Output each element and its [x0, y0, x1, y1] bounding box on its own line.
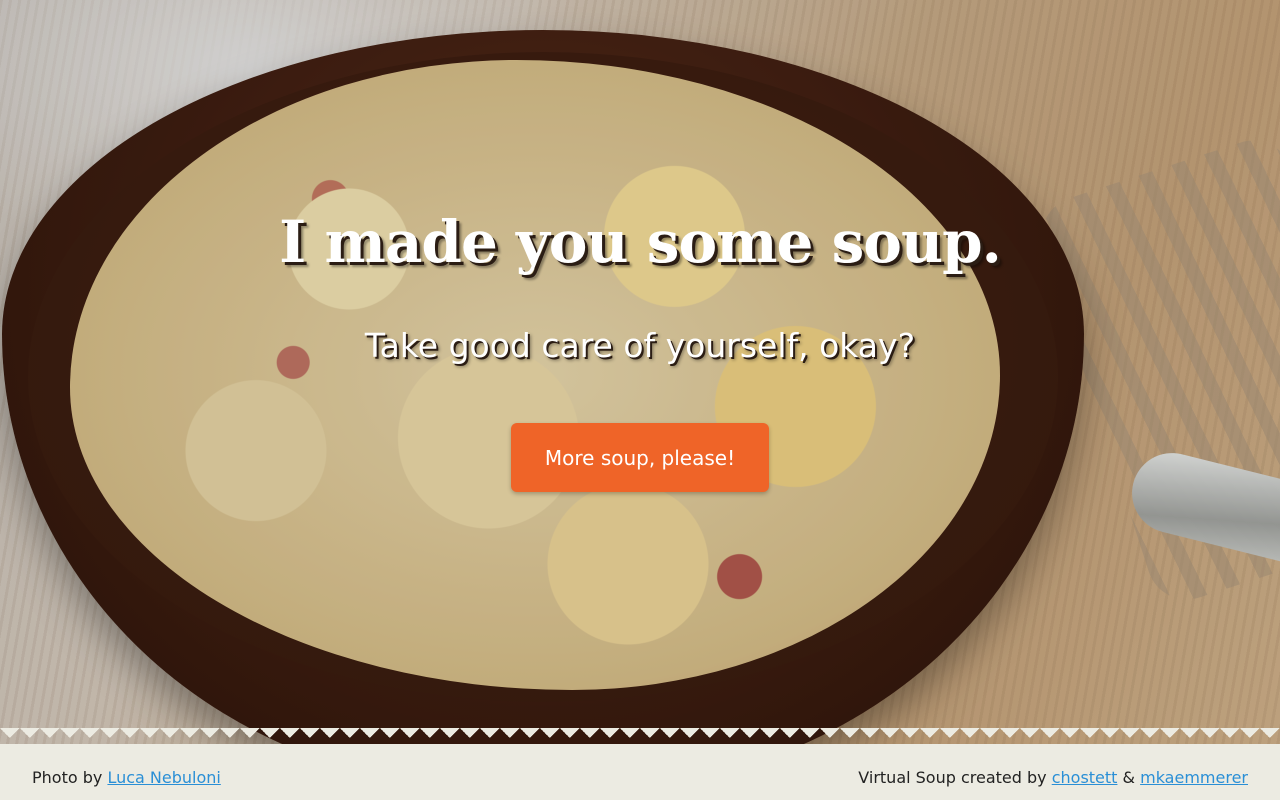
hero-photo [0, 0, 1280, 760]
credit-separator: & [1117, 768, 1141, 787]
site-credit: Virtual Soup created by chostett & mkaem… [858, 768, 1248, 787]
photo-credit-prefix: Photo by [32, 768, 108, 787]
site-credit-prefix: Virtual Soup created by [858, 768, 1052, 787]
more-soup-button[interactable]: More soup, please! [511, 423, 769, 492]
photo-overlay [0, 0, 1280, 760]
photo-author-link[interactable]: Luca Nebuloni [107, 768, 220, 787]
tagline: Take good care of yourself, okay? [364, 326, 916, 365]
creator-link-chostett[interactable]: chostett [1052, 768, 1118, 787]
headline: I made you some soup. [279, 208, 1002, 276]
creator-link-mkaemmerer[interactable]: mkaemmerer [1140, 768, 1248, 787]
photo-credit: Photo by Luca Nebuloni [32, 768, 221, 787]
footer: Photo by Luca Nebuloni Virtual Soup crea… [0, 744, 1280, 800]
